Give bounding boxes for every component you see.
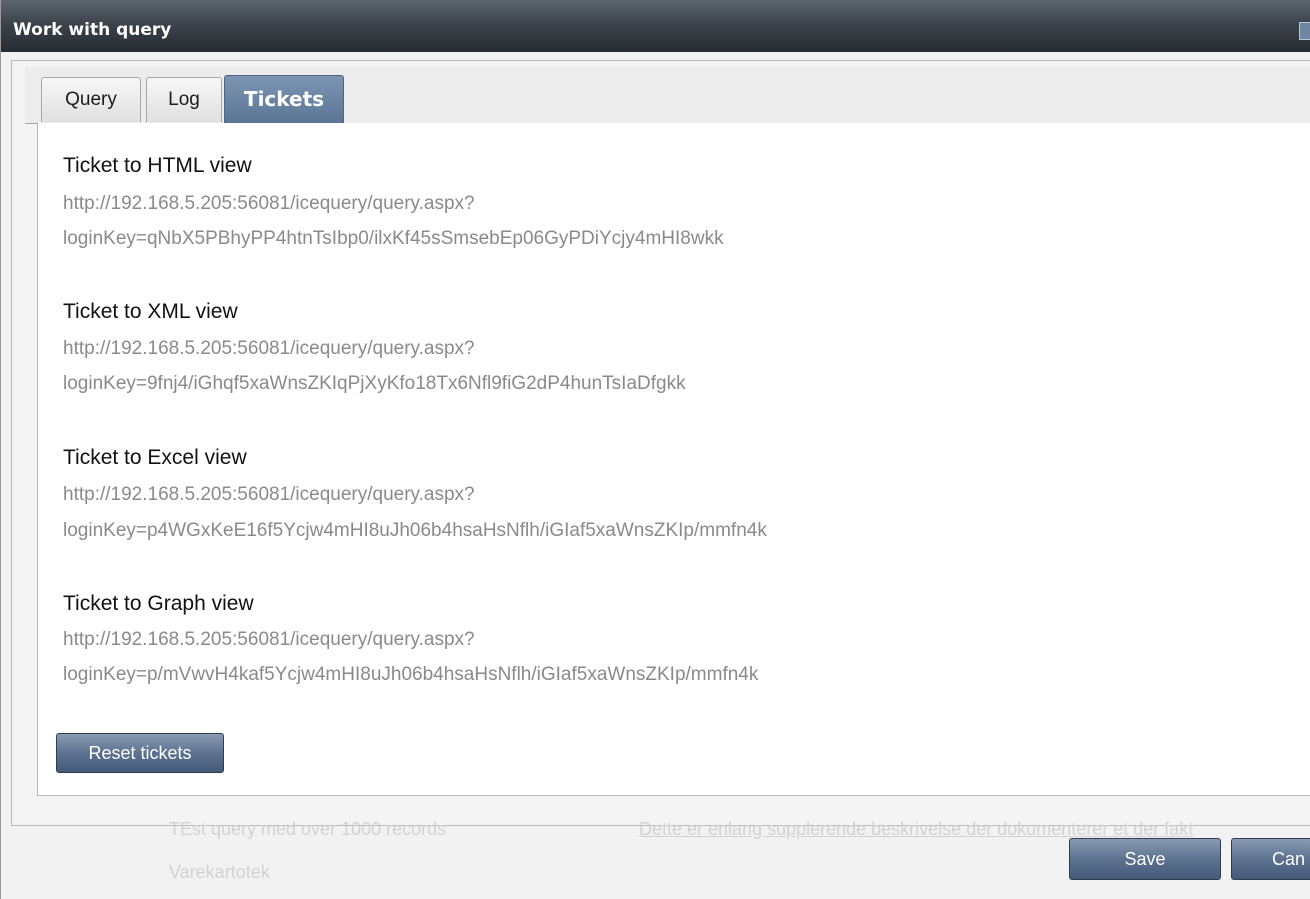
- ticket-xml-url-line2[interactable]: loginKey=9fnj4/iGhqf5xaWnsZKIqPjXyKfo18T…: [63, 373, 686, 395]
- save-button[interactable]: Save: [1069, 838, 1221, 880]
- ticket-html-url-line2[interactable]: loginKey=qNbX5PBhyPP4htnTsIbp0/ilxKf45sS…: [63, 228, 724, 250]
- window-control-icon[interactable]: [1299, 22, 1310, 40]
- background-query-group: Varekartotek: [169, 862, 270, 882]
- ticket-excel-url-line2[interactable]: loginKey=p4WGxKeE16f5Ycjw4mHI8uJh06b4hsa…: [63, 520, 767, 542]
- ticket-graph-url-line2[interactable]: loginKey=p/mVwvH4kaf5Ycjw4mHI8uJh06b4hsa…: [63, 664, 758, 686]
- tab-tickets[interactable]: Tickets: [224, 75, 344, 123]
- ticket-xml-url-line1[interactable]: http://192.168.5.205:56081/icequery/quer…: [63, 338, 475, 360]
- reset-tickets-button[interactable]: Reset tickets: [56, 733, 224, 773]
- cancel-button[interactable]: Can: [1231, 838, 1310, 880]
- work-with-query-dialog: Work with query TEst query med over 1000…: [0, 0, 1310, 899]
- ticket-excel-heading: Ticket to Excel view: [63, 446, 247, 469]
- dialog-titlebar[interactable]: Work with query: [1, 0, 1310, 52]
- ticket-graph-url-line1[interactable]: http://192.168.5.205:56081/icequery/quer…: [63, 629, 475, 651]
- ticket-graph-heading: Ticket to Graph view: [63, 592, 254, 615]
- ticket-xml-heading: Ticket to XML view: [63, 300, 238, 323]
- ticket-excel-url-line1[interactable]: http://192.168.5.205:56081/icequery/quer…: [63, 484, 475, 506]
- background-query-description: Dette er enlang supplerende beskrivelse …: [639, 819, 1194, 839]
- ticket-html-heading: Ticket to HTML view: [63, 154, 252, 177]
- background-query-name: TEst query med over 1000 records: [169, 819, 447, 839]
- dialog-title: Work with query: [13, 20, 172, 40]
- tab-query[interactable]: Query: [41, 77, 141, 122]
- tab-log[interactable]: Log: [146, 77, 222, 122]
- ticket-html-url-line1[interactable]: http://192.168.5.205:56081/icequery/quer…: [63, 193, 475, 215]
